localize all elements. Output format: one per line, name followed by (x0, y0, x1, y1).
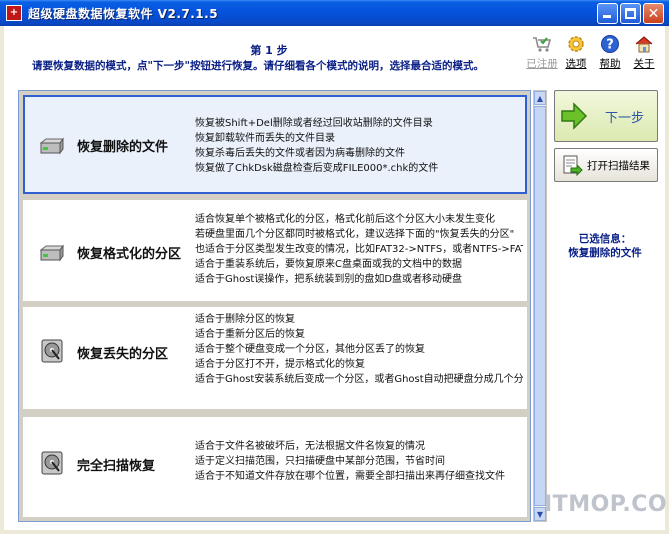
minimize-button[interactable] (597, 3, 618, 24)
description-line: 也适合于分区类型发生改变的情况，比如FAT32->NTFS，或者NTFS->FA… (195, 244, 523, 255)
description-line: 恢复被Shift+Del删除或者经过回收站删除的文件目录 (195, 118, 433, 129)
toolbar: 已注册 选项 ? 帮助 关于 (526, 34, 659, 71)
app-icon: + (6, 5, 22, 21)
arrow-right-icon (561, 102, 588, 130)
help-icon: ? (600, 34, 620, 54)
description-line: 适合于文件名被破坏后，无法根据文件名恢复的情况 (195, 441, 425, 452)
description-line: 恢复做了ChkDsk磁盘检查后变成FILE000*.chk的文件 (195, 163, 439, 174)
selection-value: 恢复删除的文件 (568, 247, 642, 259)
mode-name: 恢复格式化的分区 (77, 247, 182, 262)
vertical-scrollbar[interactable]: ▲ ▼ (533, 90, 547, 522)
description-line: 若硬盘里面几个分区都同时被格式化，建议选择下面的"恢复丢失的分区" (195, 229, 515, 240)
description-line: 适合于重新分区后的恢复 (195, 329, 305, 340)
description-line: 恢复杀毒后丢失的文件或者因为病毒删除的文件 (195, 148, 405, 159)
open-results-icon (563, 155, 583, 176)
gear-icon (566, 34, 586, 54)
help-label: 帮助 (599, 58, 621, 70)
close-icon: ✕ (647, 5, 660, 22)
hard-disk-icon (39, 244, 64, 262)
mode-name: 恢复丢失的分区 (77, 347, 169, 362)
title-bar[interactable]: + 超级硬盘数据恢复软件 V2.7.1.5 ✕ (0, 0, 669, 26)
mode-recover-formatted[interactable]: 恢复格式化的分区 适合恢复单个被格式化的分区，格式化前后这个分区大小未发生变化 … (23, 200, 527, 301)
description-line: 适合于整个硬盘变成一个分区，其他分区丢了的恢复 (195, 344, 425, 355)
open-scan-results-button[interactable]: 打开扫描结果 (554, 148, 658, 182)
next-step-button[interactable]: 下一步 (554, 90, 658, 142)
selection-info: 已选信息： 恢复删除的文件 (549, 232, 661, 260)
mode-full-scan[interactable]: 完全扫描恢复 适合于文件名被破坏后，无法根据文件名恢复的情况 适于定义扫描范围，… (23, 417, 527, 517)
mode-description: 恢复被Shift+Del删除或者经过回收站删除的文件目录 恢复卸载软件而丢失的文… (195, 116, 523, 176)
description-line: 适合恢复单个被格式化的分区，格式化前后这个分区大小未发生变化 (195, 214, 495, 225)
watermark-text: ITMOP.COM (544, 492, 669, 517)
description-line: 适于定义扫描范围，只扫描硬盘中某部分范围，节省时间 (195, 456, 445, 467)
hard-disk-icon (41, 339, 63, 363)
close-button[interactable]: ✕ (643, 3, 664, 24)
description-line: 恢复卸载软件而丢失的文件目录 (195, 133, 335, 144)
description-line: 适合于重装系统后，要恢复原来C盘桌面或我的文档中的数据 (195, 259, 462, 270)
open-scan-results-label: 打开扫描结果 (587, 159, 650, 172)
window-title: 超级硬盘数据恢复软件 V2.7.1.5 (28, 6, 219, 21)
scroll-up-arrow-icon[interactable]: ▲ (534, 91, 546, 105)
minimize-icon (603, 15, 611, 18)
hard-disk-icon (41, 451, 63, 475)
about-label: 关于 (633, 58, 655, 70)
selection-label: 已选信息： (578, 233, 632, 245)
scroll-thumb[interactable] (534, 106, 546, 506)
step-title: 第 1 步 (250, 44, 288, 57)
mode-recover-lost-partition[interactable]: 恢复丢失的分区 适合于删除分区的恢复 适合于重新分区后的恢复 适合于整个硬盘变成… (23, 307, 527, 409)
header-panel: 第 1 步 请要恢复数据的模式，点"下一步"按钮进行恢复。请仔细看各个模式的说明… (4, 26, 665, 84)
recovery-mode-list: 恢复删除的文件 恢复被Shift+Del删除或者经过回收站删除的文件目录 恢复卸… (18, 90, 531, 522)
mode-description: 适合恢复单个被格式化的分区，格式化前后这个分区大小未发生变化 若硬盘里面几个分区… (195, 212, 523, 287)
mode-name: 完全扫描恢复 (77, 459, 156, 474)
registered-label: 已注册 (526, 58, 558, 70)
svg-text:?: ? (606, 38, 614, 53)
help-button[interactable]: ? 帮助 (595, 34, 625, 71)
mode-description: 适合于删除分区的恢复 适合于重新分区后的恢复 适合于整个硬盘变成一个分区，其他分… (195, 312, 523, 387)
description-line: 适合于分区打不开，提示格式化的恢复 (195, 359, 365, 370)
description-line: 适合于不知道文件存放在哪个位置，需要全部扫描出来再仔细查找文件 (195, 471, 505, 482)
about-button[interactable]: 关于 (629, 34, 659, 71)
description-line: 适合于删除分区的恢复 (195, 314, 295, 325)
hard-disk-icon (39, 137, 64, 155)
maximize-icon (625, 8, 636, 19)
mode-name: 恢复删除的文件 (77, 140, 169, 155)
mode-recover-deleted[interactable]: 恢复删除的文件 恢复被Shift+Del删除或者经过回收站删除的文件目录 恢复卸… (23, 95, 527, 194)
options-label: 选项 (565, 58, 587, 70)
cart-icon (532, 34, 552, 54)
main-panel: 恢复删除的文件 恢复被Shift+Del删除或者经过回收站删除的文件目录 恢复卸… (4, 84, 669, 530)
description-line: 适合于Ghost误操作，把系统装到别的盘如D盘或者移动硬盘 (195, 274, 463, 285)
step-description: 请要恢复数据的模式，点"下一步"按钮进行恢复。请仔细看各个模式的说明，选择最合适… (32, 60, 484, 72)
home-icon (634, 34, 654, 54)
maximize-button[interactable] (620, 3, 641, 24)
mode-description: 适合于文件名被破坏后，无法根据文件名恢复的情况 适于定义扫描范围，只扫描硬盘中某… (195, 439, 523, 484)
registered-button[interactable]: 已注册 (526, 34, 558, 71)
next-step-label: 下一步 (605, 110, 645, 126)
options-button[interactable]: 选项 (561, 34, 591, 71)
description-line: 适合于Ghost安装系统后变成一个分区，或者Ghost自动把硬盘分成几个分 (195, 374, 523, 385)
